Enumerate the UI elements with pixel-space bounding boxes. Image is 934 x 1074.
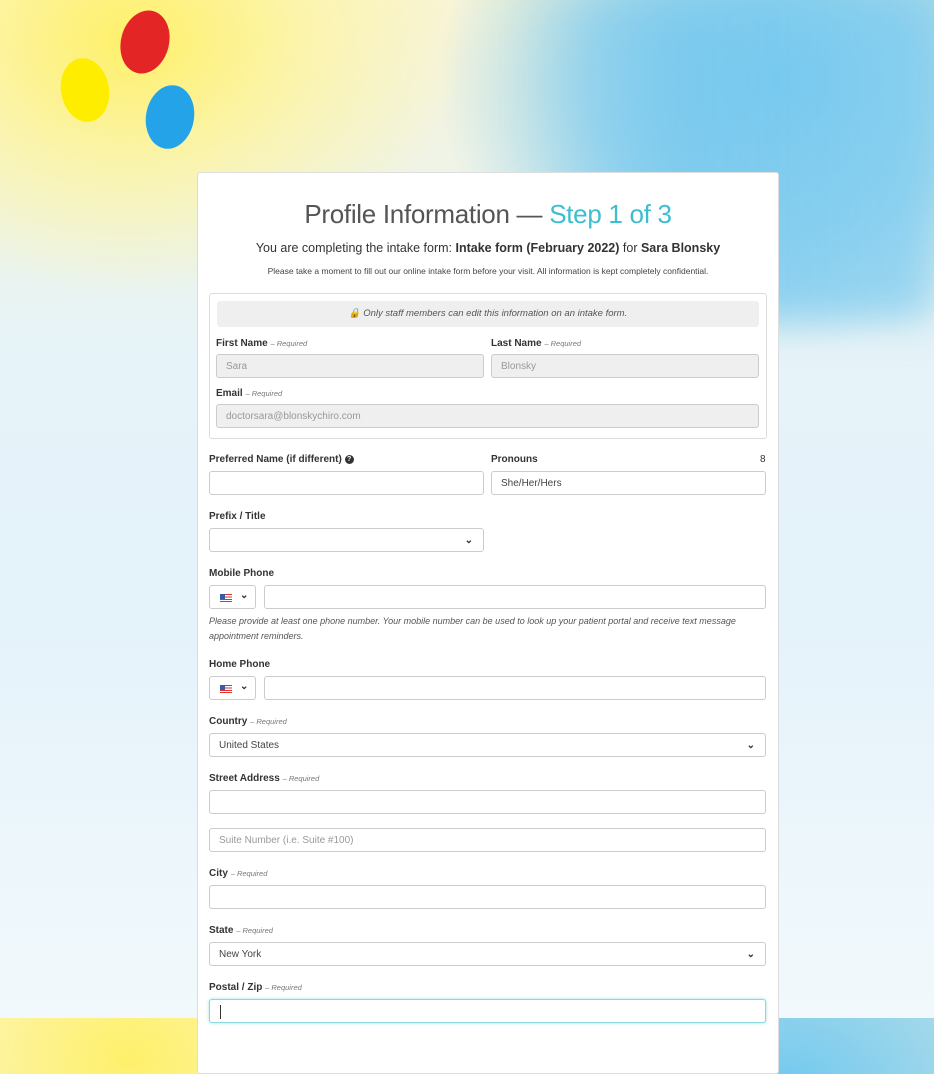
pronouns-char-counter: 8 — [760, 454, 766, 465]
chevron-down-icon: ⌄ — [746, 949, 755, 960]
city-input[interactable] — [209, 885, 766, 909]
home-phone-input[interactable] — [264, 676, 766, 700]
last-name-label: Last Name – Required — [491, 338, 582, 349]
pronouns-label: Pronouns — [491, 454, 538, 465]
phone-help-text: Please provide at least one phone number… — [209, 616, 736, 641]
home-phone-label: Home Phone — [209, 659, 271, 670]
text-caret — [220, 1005, 221, 1019]
first-name-label: First Name – Required — [216, 338, 308, 349]
step-indicator: Step 1 of 3 — [549, 199, 672, 229]
city-label: City – Required — [209, 868, 268, 879]
last-name-field[interactable]: Blonsky — [491, 354, 759, 378]
form-subtitle: You are completing the intake form: Inta… — [255, 241, 721, 255]
country-select[interactable]: United States ⌄ — [209, 733, 766, 757]
chevron-down-icon: ⌄ — [746, 740, 755, 751]
mobile-country-select[interactable]: ⌄ — [209, 585, 256, 609]
street-address-label: Street Address – Required — [209, 773, 320, 784]
pronouns-input[interactable]: She/Her/Hers — [491, 471, 766, 495]
staff-only-banner: 🔒 Only staff members can edit this infor… — [217, 301, 759, 327]
chevron-down-icon: ⌄ — [464, 535, 473, 546]
preferred-name-input[interactable] — [209, 471, 484, 495]
prefix-select[interactable]: ⌄ — [209, 528, 484, 552]
chevron-down-icon: ⌄ — [240, 681, 249, 692]
us-flag-icon — [220, 685, 232, 693]
first-name-field[interactable]: Sara — [216, 354, 484, 378]
email-label: Email – Required — [216, 388, 283, 399]
confidential-note: Please take a moment to fill out our onl… — [267, 266, 709, 276]
form-name: Intake form (February 2022) — [455, 241, 620, 255]
state-select[interactable]: New York ⌄ — [209, 942, 766, 966]
patient-name: Sara Blonsky — [640, 241, 721, 255]
postal-input[interactable] — [209, 999, 766, 1023]
lock-icon: 🔒 — [348, 308, 361, 319]
intake-form-card: Profile Information — Step 1 of 3 You ar… — [197, 172, 779, 1074]
prefix-label: Prefix / Title — [209, 511, 266, 522]
mobile-phone-input[interactable] — [264, 585, 766, 609]
locked-section: 🔒 Only staff members can edit this infor… — [209, 293, 767, 439]
help-icon[interactable]: ? — [344, 454, 354, 464]
preferred-name-label: Preferred Name (if different) ? — [209, 454, 354, 465]
mobile-phone-label: Mobile Phone — [209, 568, 274, 579]
chevron-down-icon: ⌄ — [240, 590, 249, 601]
country-label: Country – Required — [209, 716, 287, 727]
postal-label: Postal / Zip – Required — [209, 982, 302, 993]
email-field[interactable]: doctorsara@blonskychiro.com — [216, 404, 759, 428]
suite-number-input[interactable]: Suite Number (i.e. Suite #100) — [209, 828, 766, 852]
page-title: Profile Information — Step 1 of 3 — [304, 199, 672, 229]
logo-icon — [60, 10, 195, 149]
street-address-input[interactable] — [209, 790, 766, 814]
home-country-select[interactable]: ⌄ — [209, 676, 256, 700]
state-label: State – Required — [209, 925, 273, 936]
us-flag-icon — [220, 594, 232, 602]
